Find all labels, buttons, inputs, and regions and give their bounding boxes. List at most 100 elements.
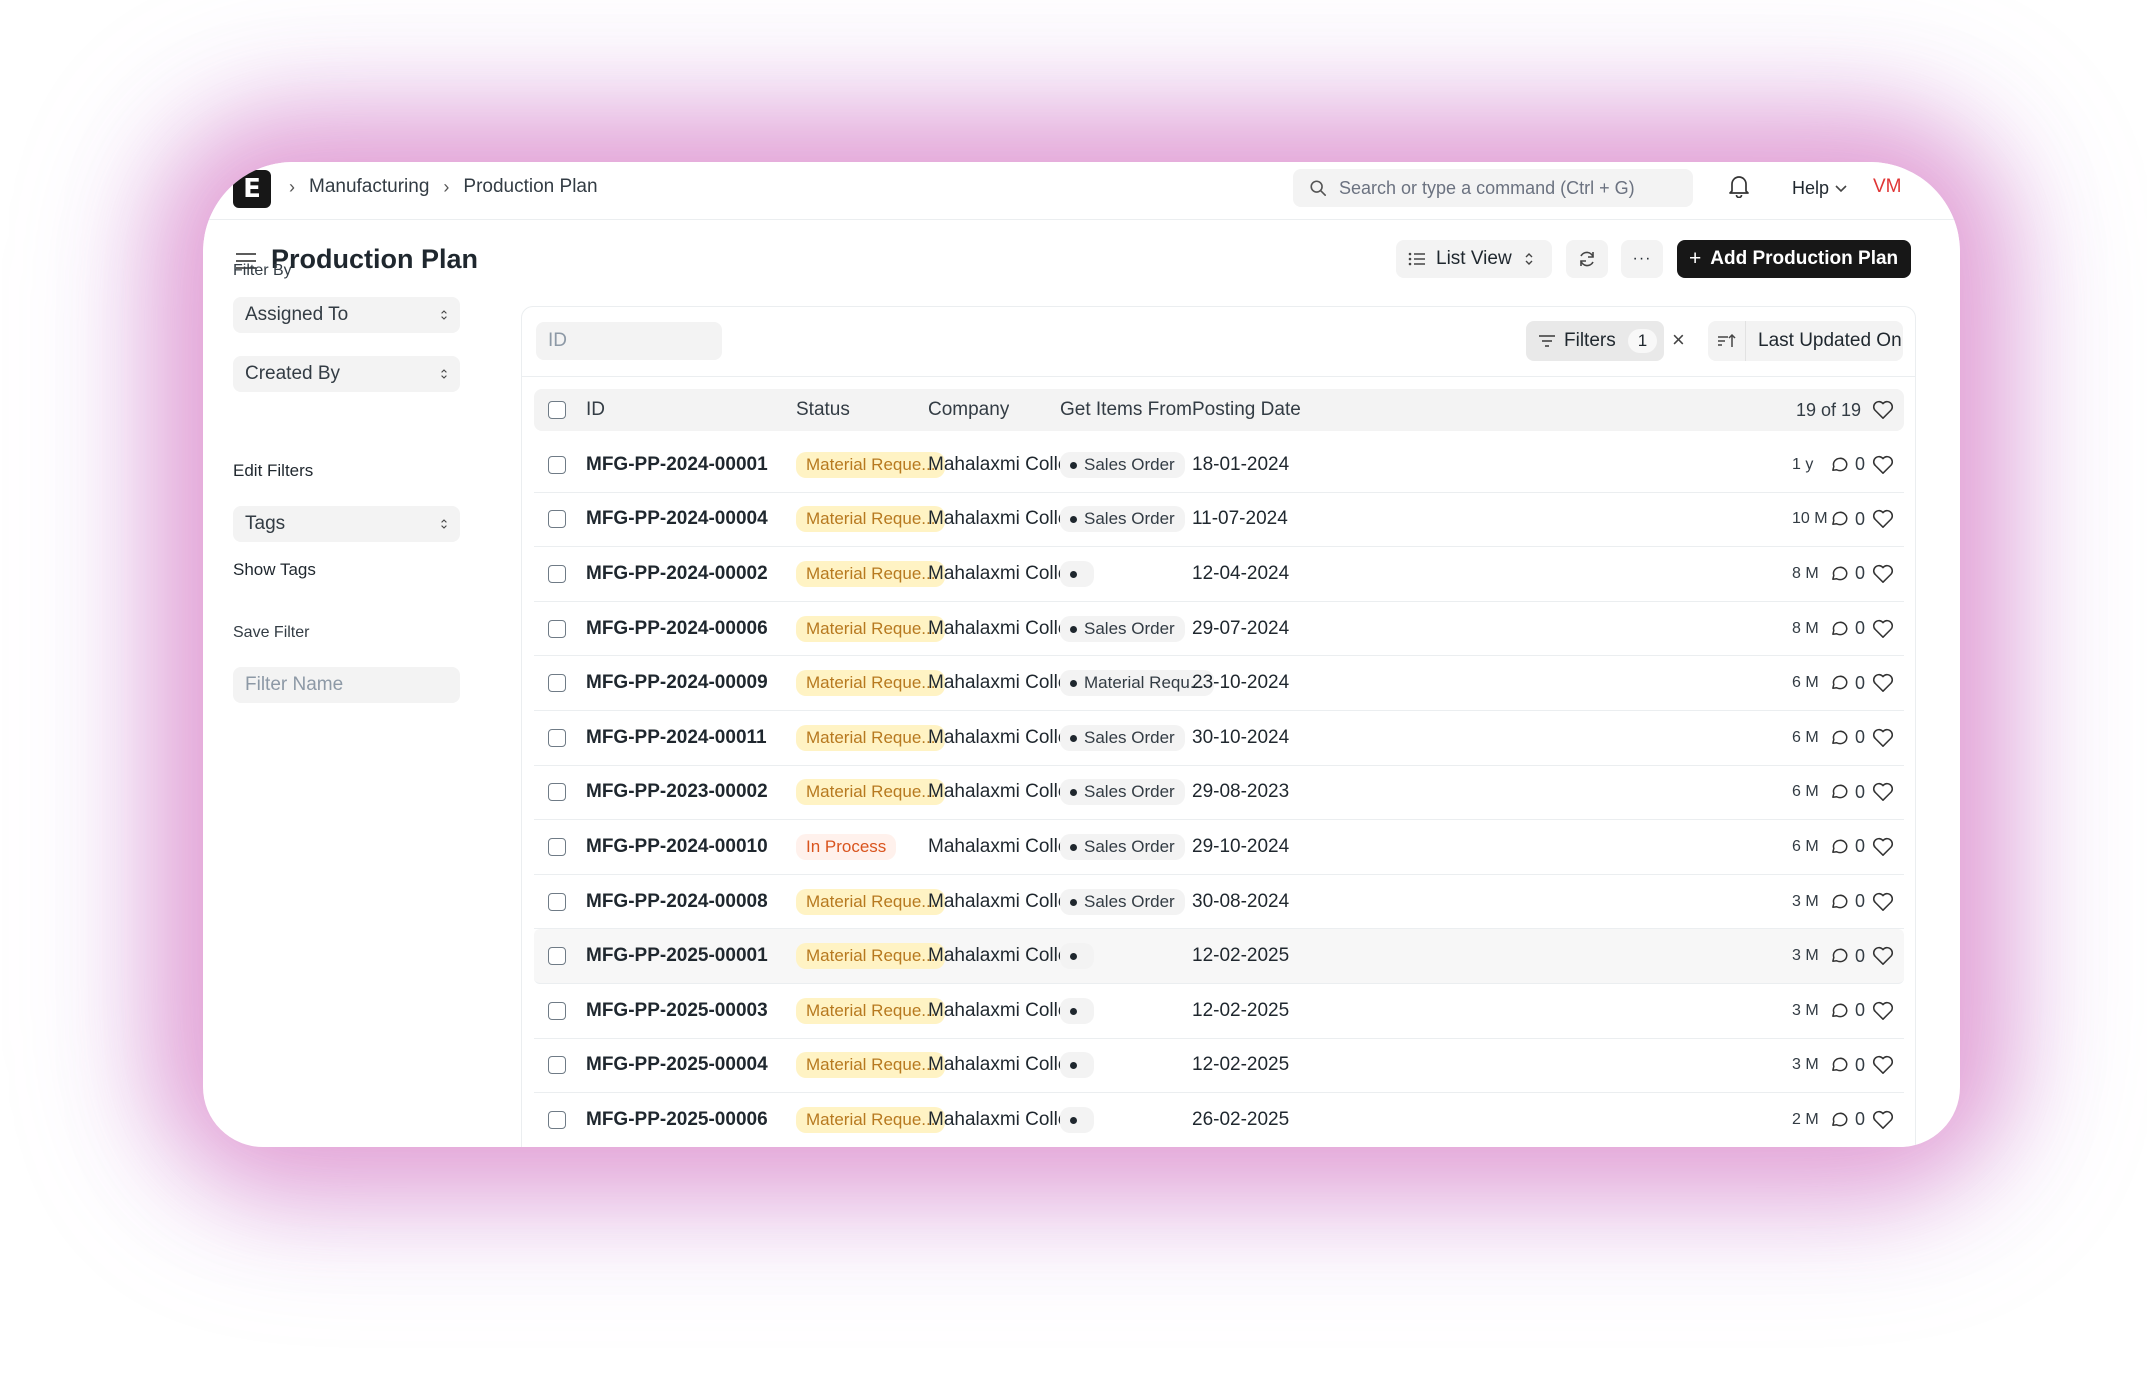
row-checkbox[interactable] <box>548 455 566 474</box>
like-heart-icon[interactable] <box>1872 547 1894 601</box>
row-id-link[interactable]: MFG-PP-2024-00008 <box>586 875 768 929</box>
table-body: MFG-PP-2024-00001 Material Reque... Maha… <box>534 438 1904 1147</box>
row-checkbox[interactable] <box>548 1056 566 1075</box>
like-all-heart-icon[interactable] <box>1872 389 1894 431</box>
more-actions-button[interactable]: ··· <box>1621 240 1663 278</box>
table-row[interactable]: MFG-PP-2024-00011 Material Reque... Maha… <box>534 711 1904 766</box>
filter-name-input[interactable] <box>233 667 460 703</box>
comments-area[interactable]: 0 · <box>1830 984 1877 1038</box>
row-checkbox[interactable] <box>548 837 566 856</box>
like-heart-icon[interactable] <box>1872 984 1894 1038</box>
row-id-link[interactable]: MFG-PP-2024-00001 <box>586 438 768 492</box>
comments-area[interactable]: 0 · <box>1830 547 1877 601</box>
sort-order-icon[interactable] <box>1708 321 1746 361</box>
like-heart-icon[interactable] <box>1872 602 1894 656</box>
clear-filters-close-icon[interactable]: × <box>1672 327 1685 353</box>
row-id-link[interactable]: MFG-PP-2024-00004 <box>586 493 768 547</box>
like-heart-icon[interactable] <box>1872 766 1894 820</box>
tags-select[interactable]: Tags <box>233 506 460 542</box>
table-row[interactable]: MFG-PP-2025-00006 Material Reque... Maha… <box>534 1093 1904 1147</box>
comments-area[interactable]: 0 · <box>1830 711 1877 765</box>
table-row[interactable]: MFG-PP-2024-00009 Material Reque... Maha… <box>534 656 1904 711</box>
row-id-link[interactable]: MFG-PP-2024-00011 <box>586 711 767 765</box>
search-bar[interactable] <box>1293 169 1693 207</box>
source-badge: Sales Order <box>1060 451 1185 478</box>
like-heart-icon[interactable] <box>1872 875 1894 929</box>
created-by-select[interactable]: Created By <box>233 356 460 392</box>
row-id-link[interactable]: MFG-PP-2024-00006 <box>586 602 768 656</box>
search-input[interactable] <box>1339 177 1679 199</box>
table-row[interactable]: MFG-PP-2025-00001 Material Reque... Maha… <box>534 929 1904 984</box>
table-row[interactable]: MFG-PP-2024-00008 Material Reque... Maha… <box>534 875 1904 930</box>
app-logo[interactable]: E <box>233 170 271 208</box>
column-header-id[interactable]: ID <box>586 389 605 431</box>
assigned-to-select[interactable]: Assigned To <box>233 297 460 333</box>
refresh-button[interactable] <box>1566 240 1608 278</box>
comments-area[interactable]: 0 · <box>1830 766 1877 820</box>
row-id-link[interactable]: MFG-PP-2025-00006 <box>586 1093 768 1147</box>
table-row[interactable]: MFG-PP-2025-00003 Material Reque... Maha… <box>534 984 1904 1039</box>
show-tags-link[interactable]: Show Tags <box>233 560 316 580</box>
avatar[interactable]: VM <box>1873 176 1902 198</box>
row-id-link[interactable]: MFG-PP-2023-00002 <box>586 766 768 820</box>
sort-button[interactable]: Last Updated On <box>1708 321 1903 361</box>
row-checkbox[interactable] <box>548 783 566 802</box>
add-production-plan-button[interactable]: + Add Production Plan <box>1677 240 1911 278</box>
comments-area[interactable]: 0 · <box>1830 929 1877 983</box>
table-row[interactable]: MFG-PP-2024-00010 In Process Mahalaxmi C… <box>534 820 1904 875</box>
column-header-get-items-from[interactable]: Get Items From <box>1060 389 1192 431</box>
comments-area[interactable]: 0 · <box>1830 1093 1877 1147</box>
row-checkbox[interactable] <box>548 1001 566 1020</box>
table-row[interactable]: MFG-PP-2024-00006 Material Reque... Maha… <box>534 602 1904 657</box>
select-all-checkbox[interactable] <box>548 401 566 419</box>
posting-date-cell: 23-10-2024 <box>1192 672 1290 694</box>
id-filter-input[interactable] <box>536 322 722 360</box>
table-row[interactable]: MFG-PP-2024-00001 Material Reque... Maha… <box>534 438 1904 493</box>
comments-area[interactable]: 0 · <box>1830 1039 1877 1093</box>
edit-filters-link[interactable]: Edit Filters <box>233 461 313 481</box>
table-row[interactable]: MFG-PP-2024-00002 Material Reque... Maha… <box>534 547 1904 602</box>
like-heart-icon[interactable] <box>1872 711 1894 765</box>
row-id-link[interactable]: MFG-PP-2024-00010 <box>586 820 768 874</box>
like-heart-icon[interactable] <box>1872 438 1894 492</box>
row-id-link[interactable]: MFG-PP-2024-00009 <box>586 656 768 710</box>
table-row[interactable]: MFG-PP-2023-00002 Material Reque... Maha… <box>534 766 1904 821</box>
like-heart-icon[interactable] <box>1872 656 1894 710</box>
source-text: Sales Order <box>1084 618 1175 638</box>
table-row[interactable]: MFG-PP-2024-00004 Material Reque... Maha… <box>534 493 1904 548</box>
breadcrumb-production-plan[interactable]: Production Plan <box>463 176 597 198</box>
row-id-link[interactable]: MFG-PP-2025-00003 <box>586 984 768 1038</box>
modified-ago: 6 M <box>1792 728 1819 746</box>
row-checkbox[interactable] <box>548 728 566 747</box>
like-heart-icon[interactable] <box>1872 1039 1894 1093</box>
row-checkbox[interactable] <box>548 892 566 911</box>
column-header-posting-date[interactable]: Posting Date <box>1192 389 1301 431</box>
notification-bell-icon[interactable] <box>1728 174 1750 203</box>
table-row[interactable]: MFG-PP-2025-00004 Material Reque... Maha… <box>534 1039 1904 1094</box>
filters-button[interactable]: Filters 1 <box>1526 321 1664 361</box>
row-checkbox[interactable] <box>548 947 566 966</box>
row-checkbox[interactable] <box>548 1110 566 1129</box>
like-heart-icon[interactable] <box>1872 929 1894 983</box>
column-header-status[interactable]: Status <box>796 389 850 431</box>
column-header-company[interactable]: Company <box>928 389 1009 431</box>
comments-area[interactable]: 0 · <box>1830 493 1877 547</box>
list-view-button[interactable]: List View <box>1396 240 1552 278</box>
like-heart-icon[interactable] <box>1872 1093 1894 1147</box>
comments-area[interactable]: 0 · <box>1830 820 1877 874</box>
row-id-link[interactable]: MFG-PP-2025-00004 <box>586 1039 768 1093</box>
comments-area[interactable]: 0 · <box>1830 438 1877 492</box>
like-heart-icon[interactable] <box>1872 820 1894 874</box>
row-checkbox[interactable] <box>548 619 566 638</box>
help-menu[interactable]: Help <box>1792 178 1847 199</box>
row-id-link[interactable]: MFG-PP-2024-00002 <box>586 547 768 601</box>
like-heart-icon[interactable] <box>1872 493 1894 547</box>
row-checkbox[interactable] <box>548 564 566 583</box>
row-checkbox[interactable] <box>548 674 566 693</box>
comments-area[interactable]: 0 · <box>1830 656 1877 710</box>
breadcrumb-manufacturing[interactable]: Manufacturing <box>309 176 429 198</box>
comments-area[interactable]: 0 · <box>1830 602 1877 656</box>
comments-area[interactable]: 0 · <box>1830 875 1877 929</box>
row-checkbox[interactable] <box>548 510 566 529</box>
row-id-link[interactable]: MFG-PP-2025-00001 <box>586 929 768 983</box>
